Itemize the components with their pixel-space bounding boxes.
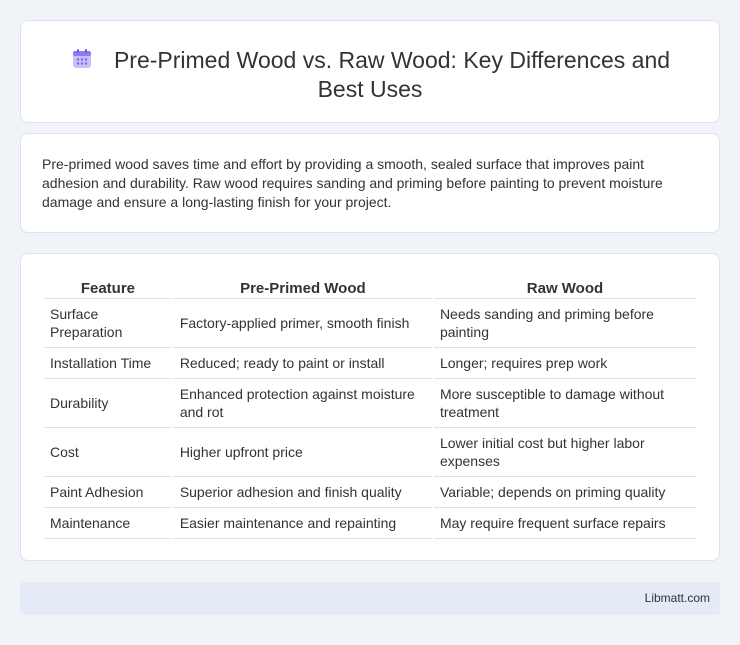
raw-cell: Variable; depends on priming quality bbox=[433, 477, 696, 508]
calendar-icon bbox=[72, 49, 91, 68]
header-feature: Feature bbox=[44, 275, 172, 299]
comparison-table: Feature Pre-Primed Wood Raw Wood Surface… bbox=[42, 275, 698, 539]
feature-cell: Installation Time bbox=[44, 348, 172, 379]
footer-brand-link[interactable]: Libmatt.com bbox=[645, 591, 710, 605]
pre-primed-cell: Reduced; ready to paint or install bbox=[173, 348, 432, 379]
pre-primed-cell: Superior adhesion and finish quality bbox=[173, 477, 432, 508]
intro-card: Pre-primed wood saves time and effort by… bbox=[20, 133, 720, 233]
feature-cell: Paint Adhesion bbox=[44, 477, 172, 508]
feature-cell: Cost bbox=[44, 428, 172, 477]
table-row: Cost Higher upfront price Lower initial … bbox=[44, 428, 696, 477]
raw-cell: Longer; requires prep work bbox=[433, 348, 696, 379]
comparison-card: Feature Pre-Primed Wood Raw Wood Surface… bbox=[20, 253, 720, 561]
raw-cell: Needs sanding and priming before paintin… bbox=[433, 299, 696, 348]
feature-cell: Surface Preparation bbox=[44, 299, 172, 348]
table-row: Paint Adhesion Superior adhesion and fin… bbox=[44, 477, 696, 508]
header-raw: Raw Wood bbox=[433, 275, 696, 299]
raw-cell: May require frequent surface repairs bbox=[433, 508, 696, 539]
footer-bar: Libmatt.com bbox=[20, 582, 720, 615]
feature-cell: Maintenance bbox=[44, 508, 172, 539]
raw-cell: Lower initial cost but higher labor expe… bbox=[433, 428, 696, 477]
header-pre-primed: Pre-Primed Wood bbox=[173, 275, 432, 299]
raw-cell: More susceptible to damage without treat… bbox=[433, 379, 696, 428]
table-row: Maintenance Easier maintenance and repai… bbox=[44, 508, 696, 539]
table-row: Installation Time Reduced; ready to pain… bbox=[44, 348, 696, 379]
page-title: Pre-Primed Wood vs. Raw Wood: Key Differ… bbox=[113, 47, 671, 102]
page-title-wrap: Pre-Primed Wood vs. Raw Wood: Key Differ… bbox=[61, 46, 679, 104]
table-row: Durability Enhanced protection against m… bbox=[44, 379, 696, 428]
pre-primed-cell: Factory-applied primer, smooth finish bbox=[173, 299, 432, 348]
pre-primed-cell: Enhanced protection against moisture and… bbox=[173, 379, 432, 428]
intro-text: Pre-primed wood saves time and effort by… bbox=[42, 156, 663, 210]
title-card: Pre-Primed Wood vs. Raw Wood: Key Differ… bbox=[20, 20, 720, 123]
pre-primed-cell: Easier maintenance and repainting bbox=[173, 508, 432, 539]
table-header-row: Feature Pre-Primed Wood Raw Wood bbox=[44, 275, 696, 299]
feature-cell: Durability bbox=[44, 379, 172, 428]
pre-primed-cell: Higher upfront price bbox=[173, 428, 432, 477]
table-row: Surface Preparation Factory-applied prim… bbox=[44, 299, 696, 348]
